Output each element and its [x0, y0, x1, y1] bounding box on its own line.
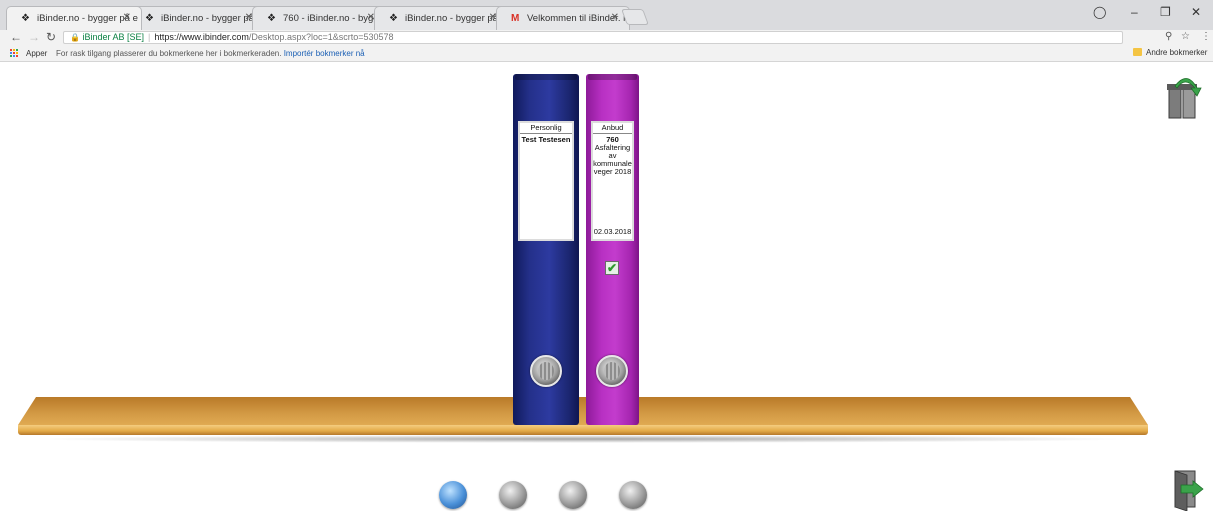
binder-date: 02.03.2018 [593, 227, 632, 236]
binder-ring-icon[interactable] [596, 355, 628, 387]
page-dot-3[interactable] [559, 481, 587, 509]
url-path: /Desktop.aspx?loc=1&scrto=530578 [248, 32, 394, 42]
bookshelf [18, 397, 1148, 443]
reload-icon[interactable]: ↻ [46, 30, 56, 44]
folder-icon [1133, 48, 1142, 56]
url-host: https://www.ibinder.com [154, 32, 249, 42]
binder-description-line: Asfaltering av [594, 143, 631, 160]
bookmarks-bar: Apper For rask tilgang plasserer du bokm… [0, 45, 1213, 62]
page-dot-4[interactable] [619, 481, 647, 509]
binder-anbud[interactable]: Anbud 760 Asfaltering av kommunale veger… [586, 74, 639, 425]
apps-grid-icon[interactable] [10, 49, 19, 58]
binder-category: Personlig [520, 123, 572, 134]
lock-icon: 🔒 [70, 33, 80, 42]
browser-toolbar: ← → ↻ 🔒 iBinder AB [SE] | https://www.ibin… [0, 30, 1213, 45]
profile-icon[interactable]: ◯ [1093, 5, 1106, 19]
close-icon[interactable]: ✕ [611, 12, 619, 23]
shelf-front [18, 425, 1148, 435]
binder-spine-label: Anbud 760 Asfaltering av kommunale veger… [591, 121, 634, 241]
security-label: iBinder AB [SE] [82, 32, 145, 42]
binder-ring-icon[interactable] [530, 355, 562, 387]
binder-top [588, 74, 637, 80]
ibinder-favicon-icon: ❖ [145, 13, 154, 24]
tab-strip: ❖ iBinder.no - bygger på e ✕ ❖ iBinder.n… [0, 0, 1213, 30]
shelf-top [18, 397, 1148, 425]
binder-category: Anbud [593, 123, 632, 134]
logout-door-icon[interactable] [1165, 467, 1205, 511]
close-icon[interactable]: ✕ [123, 12, 131, 23]
binder-personlig[interactable]: Personlig Test Testesen [513, 74, 579, 425]
gmail-icon: M [511, 13, 520, 24]
bookmarks-hint-text: For rask tilgang plasserer du bokmerkene… [56, 49, 282, 58]
binder-spine-label: Personlig Test Testesen [518, 121, 574, 241]
forward-icon[interactable]: → [28, 30, 40, 44]
menu-icon[interactable]: ⋮ [1201, 31, 1211, 42]
new-tab-button[interactable] [621, 9, 649, 25]
import-bookmarks-link[interactable]: Importér bokmerker nå [284, 49, 365, 58]
address-bar[interactable]: 🔒 iBinder AB [SE] | https://www.ibinder.co… [63, 31, 1123, 44]
key-icon[interactable]: ⚲ [1165, 31, 1172, 42]
restore-icon[interactable]: ❐ [1160, 5, 1171, 19]
bookmarks-hint: For rask tilgang plasserer du bokmerkene… [56, 49, 365, 58]
page-dot-1[interactable] [439, 481, 467, 509]
page-dot-2[interactable] [499, 481, 527, 509]
shelf-shadow [28, 435, 1138, 443]
tab-ibinder-4[interactable]: ❖ iBinder.no - bygger på e ✕ [374, 6, 508, 30]
tab-ibinder-1[interactable]: ❖ iBinder.no - bygger på e ✕ [6, 6, 142, 30]
tab-gmail[interactable]: M Velkommen til iBinder. h ✕ [496, 6, 630, 30]
apps-link[interactable]: Apper [26, 49, 47, 58]
minimize-icon[interactable]: – [1131, 5, 1138, 19]
back-icon[interactable]: ← [10, 30, 22, 44]
address-separator: | [148, 32, 151, 42]
checkbox-checked-icon[interactable]: ✔ [605, 261, 619, 275]
binder-top [515, 74, 577, 80]
tab-ibinder-3[interactable]: ❖ 760 - iBinder.no - bygge ✕ [252, 6, 386, 30]
ibinder-desktop: Personlig Test Testesen Anbud 760 Asfalt… [0, 62, 1213, 511]
bookmark-star-icon[interactable]: ☆ [1181, 31, 1190, 42]
close-window-icon[interactable]: ✕ [1191, 5, 1201, 19]
other-bookmarks-label: Andre bokmerker [1146, 48, 1208, 57]
tab-ibinder-2[interactable]: ❖ iBinder.no - bygger på e ✕ [130, 6, 264, 30]
binder-title: Test Testesen [521, 135, 571, 144]
switch-binders-icon[interactable] [1163, 78, 1203, 122]
ibinder-favicon-icon: ❖ [267, 13, 276, 24]
binder-description-line: veger 2018 [593, 167, 632, 176]
other-bookmarks[interactable]: Andre bokmerker [1133, 48, 1207, 57]
ibinder-favicon-icon: ❖ [21, 13, 30, 24]
ibinder-favicon-icon: ❖ [389, 13, 398, 24]
